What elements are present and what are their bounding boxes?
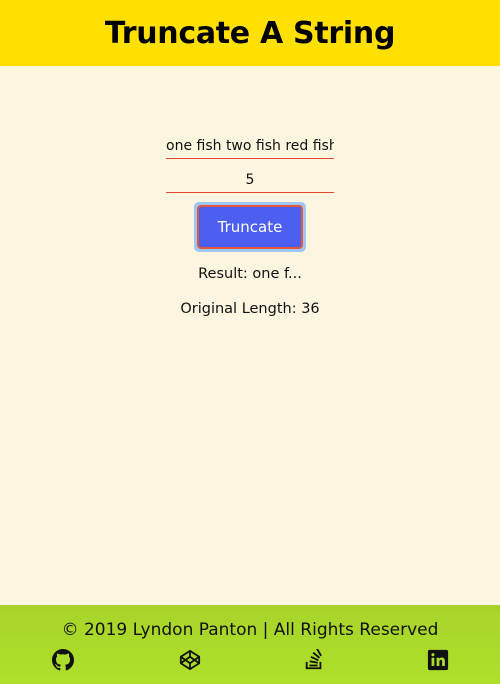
copyright-text: © 2019 Lyndon Panton | All Rights Reserv…	[61, 620, 439, 640]
codepen-icon	[179, 649, 201, 671]
stack-overflow-link[interactable]	[303, 649, 325, 671]
codepen-link[interactable]	[179, 649, 201, 671]
stack-overflow-icon	[305, 649, 322, 670]
github-link[interactable]	[52, 649, 74, 671]
page-title: Truncate A String	[104, 15, 396, 51]
social-links	[0, 649, 500, 671]
length-input[interactable]	[166, 168, 334, 193]
page-footer: © 2019 Lyndon Panton | All Rights Reserv…	[0, 605, 500, 684]
truncate-button[interactable]: Truncate	[197, 205, 303, 249]
main-content: Truncate Result: one f... Original Lengt…	[0, 66, 500, 605]
original-length-text: Original Length: 36	[180, 301, 320, 317]
result-text: Result: one f...	[198, 266, 302, 282]
button-focus-ring: Truncate	[194, 202, 306, 252]
linkedin-icon	[427, 649, 449, 671]
text-input[interactable]	[166, 134, 334, 159]
page-header: Truncate A String	[0, 0, 500, 66]
linkedin-link[interactable]	[427, 649, 449, 671]
github-icon	[52, 649, 74, 671]
